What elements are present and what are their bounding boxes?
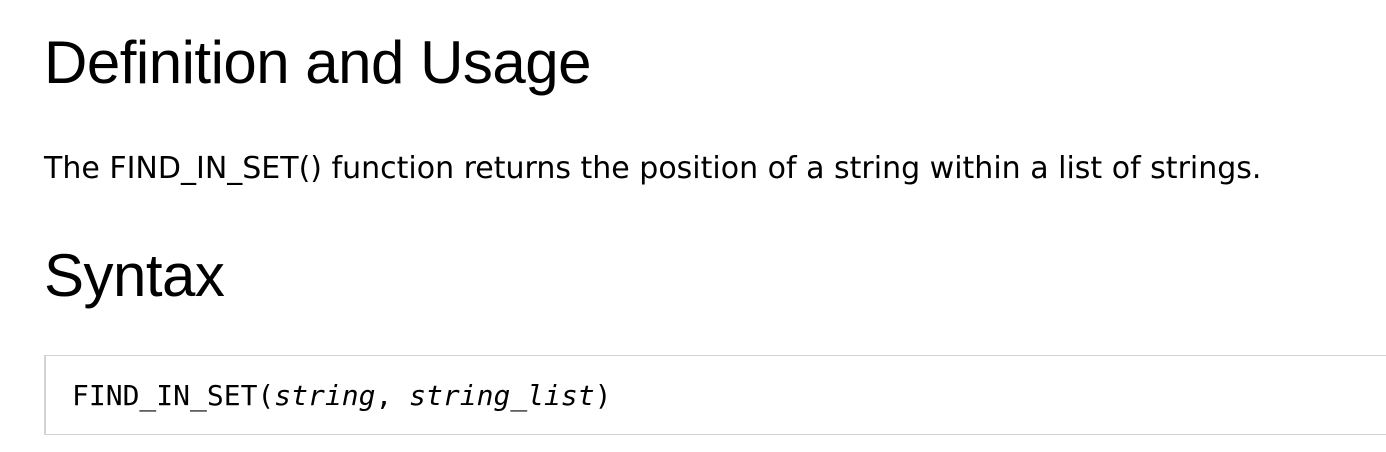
syntax-heading: Syntax bbox=[44, 242, 225, 309]
code-param-string-list: string_list bbox=[409, 379, 595, 412]
definition-description: The FIND_IN_SET() function returns the p… bbox=[44, 151, 1262, 186]
code-function-name: FIND_IN_SET( bbox=[72, 379, 275, 412]
code-close-paren: ) bbox=[594, 379, 612, 412]
definition-heading: Definition and Usage bbox=[44, 29, 592, 96]
code-param-string: string bbox=[274, 379, 376, 412]
code-separator: , bbox=[375, 379, 410, 412]
syntax-code-block: FIND_IN_SET(string, string_list) bbox=[44, 355, 1386, 435]
